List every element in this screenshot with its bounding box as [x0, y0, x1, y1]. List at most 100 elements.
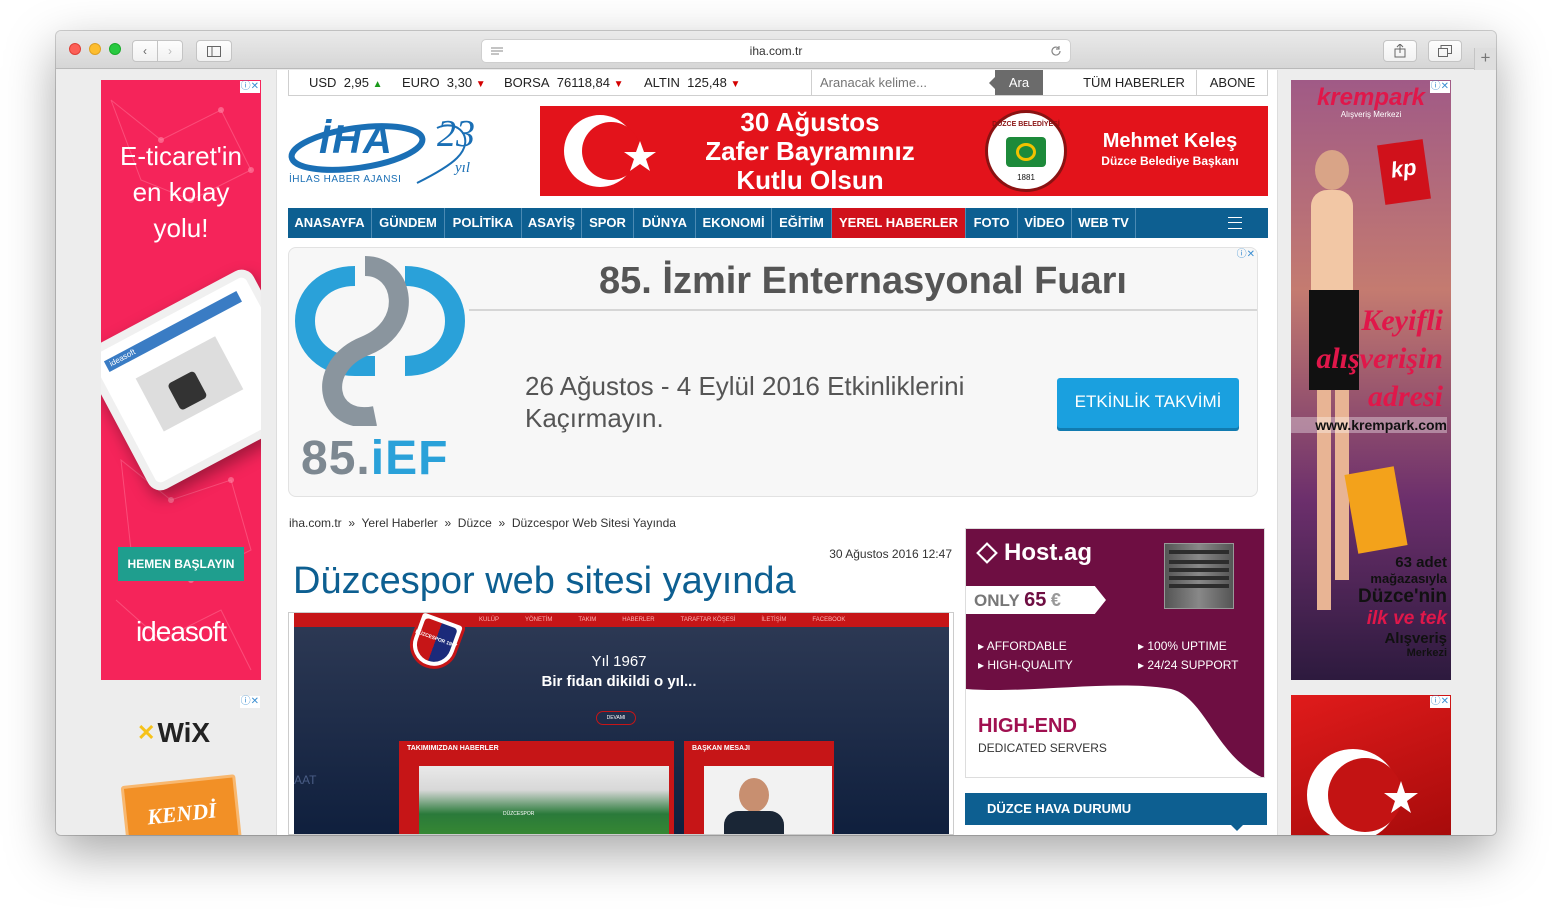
- nav-dunya[interactable]: DÜNYA: [634, 208, 696, 238]
- etkinlik-takvimi-button[interactable]: ETKİNLİK TAKVİMİ: [1057, 378, 1239, 428]
- wix-logo: ✕ WiX: [137, 717, 211, 748]
- hero-button: DEVAMI: [596, 711, 636, 725]
- arrow-down-icon: ▼: [613, 79, 624, 90]
- ticker-usd: USD 2,95 ▲: [309, 75, 383, 90]
- nav-asayis[interactable]: ASAYİŞ: [522, 208, 582, 238]
- nav-web-tv[interactable]: WEB TV: [1072, 208, 1136, 238]
- minimize-window-button[interactable]: [89, 43, 101, 55]
- reader-icon: [491, 47, 503, 55]
- ad-marker[interactable]: ⓘ✕: [239, 81, 260, 93]
- reload-icon[interactable]: [1050, 45, 1062, 57]
- hero-year: Yıl 1967: [591, 653, 647, 670]
- izmir-ad-title: 85. İzmir Enternasyonal Fuarı: [469, 256, 1257, 311]
- breadcrumb-separator: »: [345, 516, 359, 530]
- share-icon: [1394, 44, 1406, 58]
- nav-yerel-haberler[interactable]: YEREL HABERLER: [832, 208, 966, 238]
- article-date: 30 Ağustos 2016 12:47: [829, 547, 952, 561]
- left-ad-ideasoft[interactable]: ⓘ✕ E-ticaret'in en kolay yolu! ideasoft …: [101, 80, 261, 680]
- ticker-altin: ALTIN 125,48 ▼: [644, 75, 741, 90]
- logo-years: 23: [437, 113, 475, 155]
- weather-widget-header[interactable]: DÜZCE HAVA DURUMU: [965, 793, 1267, 831]
- search-input[interactable]: [811, 70, 996, 95]
- chevron-right-icon: ›: [168, 44, 172, 58]
- header-banner-duzce[interactable]: 30 Ağustos Zafer Bayramınız Kutlu Olsun …: [540, 106, 1268, 196]
- arrow-up-icon: ▲: [372, 79, 383, 90]
- mayor-role: Düzce Belediye Başkanı: [1101, 154, 1239, 168]
- ticker-euro: EURO 3,30 ▼: [402, 75, 486, 90]
- breadcrumb-home[interactable]: iha.com.tr: [289, 516, 342, 530]
- right-ad-flag[interactable]: ⓘ✕: [1291, 695, 1451, 835]
- close-window-button[interactable]: [69, 43, 81, 55]
- hemen-baslayin-button[interactable]: HEMEN BAŞLAYIN: [118, 547, 244, 581]
- turkish-flag-icon: [1307, 749, 1418, 835]
- menu-icon[interactable]: [1228, 217, 1242, 229]
- browser-window: ‹ › iha.com.tr + ⓘ✕ E-ticaret'in en kola…: [56, 31, 1496, 835]
- layers-icon: [976, 542, 998, 564]
- tabs-icon: [1438, 45, 1452, 57]
- share-button[interactable]: [1383, 40, 1417, 62]
- wix-text: KENDİ: [145, 797, 218, 830]
- ad-marker[interactable]: ⓘ✕: [239, 696, 260, 708]
- nav-anasayfa[interactable]: ANASAYFA: [288, 208, 372, 238]
- iha-logo[interactable]: İHA 23 yıl İHLAS HABER AJANSI: [287, 108, 502, 198]
- krempark-info: 63 adet mağazasıyla Düzce'nin ilk ve tek…: [1358, 554, 1447, 659]
- nav-video[interactable]: VİDEO: [1018, 208, 1072, 238]
- ticker-borsa: BORSA 76118,84 ▼: [504, 75, 624, 90]
- price-tag: ONLY 65 €: [966, 586, 1106, 614]
- arrow-down-icon: ▼: [475, 79, 486, 90]
- ief-logo-text: 85.iEF: [301, 432, 449, 485]
- nav-foto[interactable]: FOTO: [966, 208, 1018, 238]
- chevron-left-icon: ‹: [143, 44, 147, 58]
- plus-icon: +: [1480, 48, 1491, 67]
- host-ad[interactable]: ⓘ✕ Host.ag ONLY 65 € ▸ AFFORDABLE: [965, 528, 1265, 778]
- duzce-seal: DÜZCE BELEDİYESİ 1881: [985, 110, 1067, 192]
- main-column: USD 2,95 ▲ EURO 3,30 ▼ BORSA 76118,84 ▼ …: [276, 70, 1278, 835]
- site-menu-strip: KULÜP YÖNETİM TAKIM HABERLER TARAFTAR KÖŞESİ…: [294, 613, 949, 627]
- izmir-fair-ad[interactable]: ⓘ✕ 85.iEF 85. İzmir Enternasyonal Fuarı …: [288, 247, 1258, 497]
- nav-politika[interactable]: POLİTİKA: [445, 208, 522, 238]
- breadcrumb-current: Düzcespor Web Sitesi Yayında: [511, 516, 676, 530]
- subscribe-link[interactable]: ABONE: [1196, 70, 1268, 95]
- back-button[interactable]: ‹: [132, 40, 158, 62]
- market-ticker: USD 2,95 ▲ EURO 3,30 ▼ BORSA 76118,84 ▼ …: [288, 70, 1268, 96]
- page-viewport: ⓘ✕ E-ticaret'in en kolay yolu! ideasoft …: [56, 70, 1496, 835]
- breadcrumb-separator: »: [441, 516, 455, 530]
- logo-subtitle: İHLAS HABER AJANSI: [289, 174, 402, 185]
- server-rack: [1164, 543, 1234, 609]
- right-ad-krempark[interactable]: ⓘ✕ krempark Alışveriş Merkezi kp Keyifli…: [1291, 80, 1451, 680]
- hero-text: Bir fidan dikildi o yıl...: [541, 673, 697, 690]
- logo-text: İHA: [319, 118, 394, 162]
- search-button[interactable]: Ara: [995, 70, 1043, 95]
- breadcrumb: iha.com.tr » Yerel Haberler » Düzce » Dü…: [289, 516, 676, 530]
- forward-button[interactable]: ›: [157, 40, 183, 62]
- nav-gundem[interactable]: GÜNDEM: [372, 208, 445, 238]
- weather-title: DÜZCE HAVA DURUMU: [987, 801, 1132, 816]
- host-subhead: DEDICATED SERVERS: [978, 741, 1107, 755]
- article-image: KULÜP YÖNETİM TAKIM HABERLER TARAFTAR KÖŞESİ…: [288, 612, 954, 835]
- breadcrumb-duzce[interactable]: Düzce: [458, 516, 492, 530]
- tabs-button[interactable]: [1428, 40, 1462, 62]
- ideasoft-logo: ideasoft: [135, 616, 227, 647]
- crescent-star-icon: [564, 115, 656, 187]
- logo-years-word: yıl: [455, 160, 470, 176]
- nav-ekonomi[interactable]: EKONOMİ: [696, 208, 772, 238]
- breadcrumb-yerel[interactable]: Yerel Haberler: [362, 516, 438, 530]
- all-news-link[interactable]: TÜM HABERLER: [1074, 75, 1194, 90]
- mayor-name: Mehmet Keleş: [1102, 130, 1238, 152]
- nav-egitim[interactable]: EĞİTİM: [772, 208, 832, 238]
- banner-message: 30 Ağustos Zafer Bayramınız Kutlu Olsun: [705, 107, 915, 195]
- address-bar[interactable]: iha.com.tr: [481, 39, 1071, 63]
- ideasoft-headline: E-ticaret'in en kolay yolu!: [119, 141, 242, 243]
- new-tab-button[interactable]: +: [1474, 48, 1496, 70]
- zoom-window-button[interactable]: [109, 43, 121, 55]
- ief-logo-icon: [295, 256, 465, 426]
- sidebar-icon: [207, 45, 221, 57]
- sidebar-button[interactable]: [196, 40, 232, 62]
- panel-left: TAKIMIMIZDAN HABERLER DÜZCESPOR: [399, 741, 674, 834]
- browser-toolbar: ‹ › iha.com.tr +: [56, 31, 1496, 70]
- nav-spor[interactable]: SPOR: [582, 208, 634, 238]
- host-logo: Host.ag: [976, 539, 1092, 567]
- wix-window-graphic: KENDİ: [120, 774, 243, 835]
- left-ad-wix[interactable]: ⓘ✕ ✕ WiX KENDİ: [101, 695, 261, 835]
- krempark-sub: Alışveriş Merkezi: [1340, 110, 1402, 119]
